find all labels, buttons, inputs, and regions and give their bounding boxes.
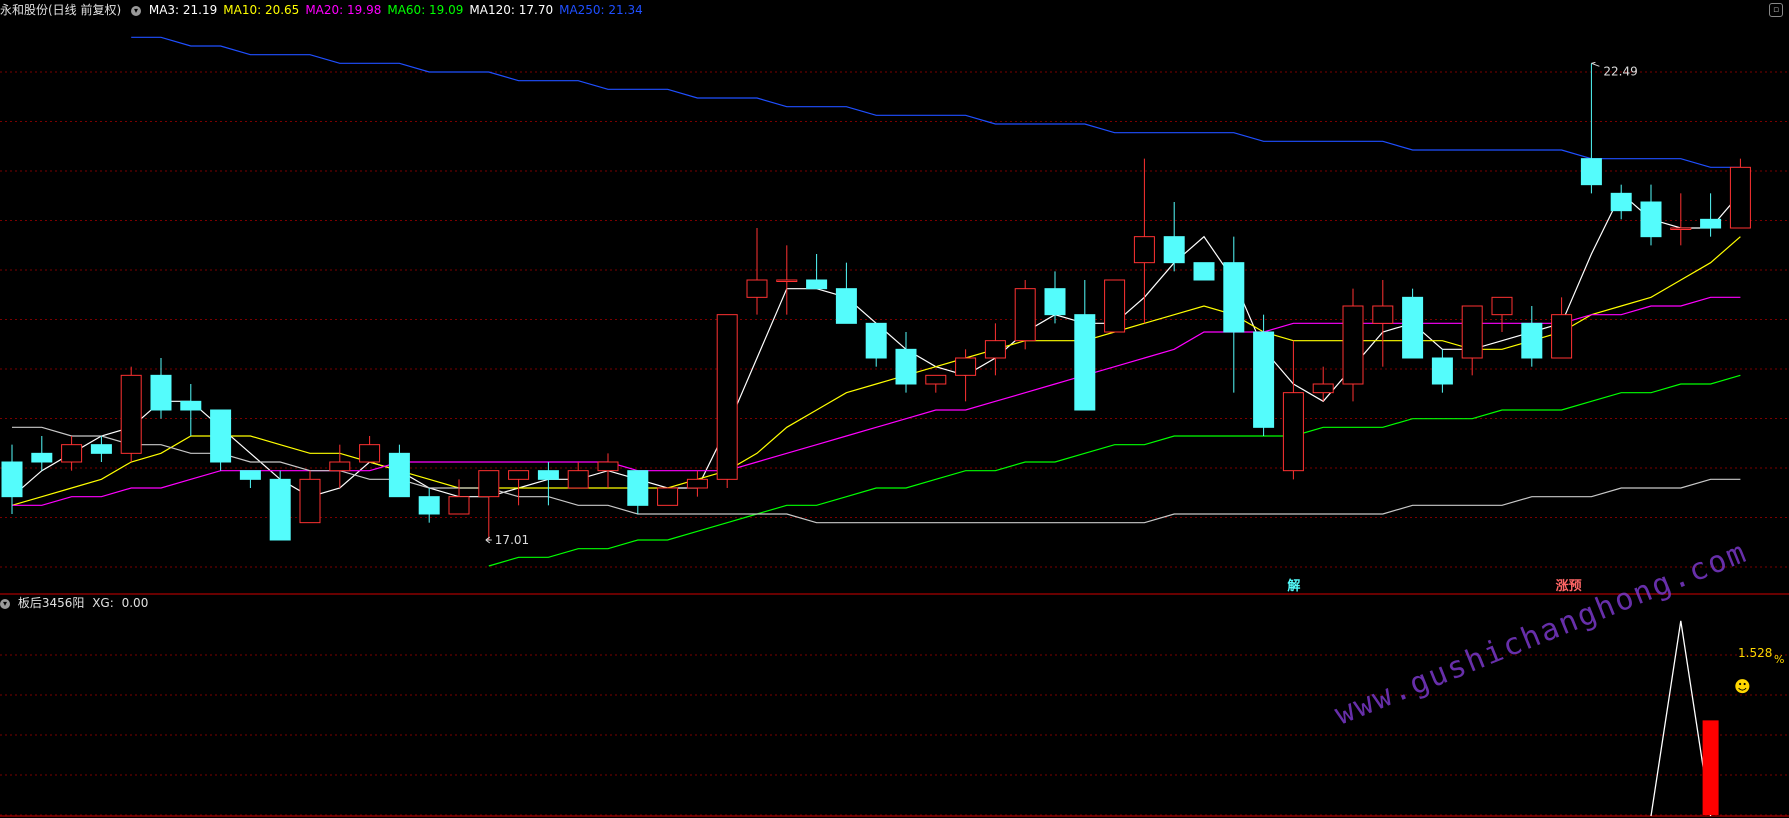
candle-body	[1133, 236, 1155, 264]
candle-body	[1670, 227, 1692, 230]
candle-body	[716, 314, 738, 480]
candle-body	[1, 461, 23, 498]
candle-body	[1074, 314, 1096, 411]
candle-body	[359, 444, 381, 463]
ma-label-ma250: MA250: 21.34	[559, 3, 643, 17]
candle-body	[955, 357, 977, 376]
indicator-value-label: 1.528	[1738, 646, 1772, 660]
candle-body	[31, 452, 53, 463]
indicator-bar-0	[1702, 720, 1719, 815]
stock-title: 永和股份(日线 前复权)	[0, 3, 122, 17]
stock-chart[interactable]: 22.49 17.01 解 涨预 1.528 % ☻	[0, 0, 1789, 818]
candle-body	[1253, 331, 1275, 428]
xg-value: 0.00	[121, 596, 149, 610]
candle-body	[1193, 262, 1215, 281]
candle-body	[1163, 236, 1185, 264]
candle-body	[508, 470, 530, 480]
candle-body	[835, 288, 857, 324]
candle-body	[776, 279, 798, 282]
ma-legend: MA3: 21.19 MA10: 20.65 MA20: 19.98 MA60: 19…	[149, 3, 649, 17]
candle-body	[984, 340, 1006, 359]
candle-body	[1402, 296, 1424, 359]
candle-body	[418, 496, 440, 515]
indicator-name: 板后3456阳	[17, 596, 85, 610]
low-arrow	[485, 536, 492, 544]
event-marker-1: 涨预	[1555, 579, 1582, 594]
candle-body	[895, 348, 917, 385]
candle-body	[478, 470, 500, 498]
candle-body	[120, 374, 142, 454]
candle-body	[388, 452, 410, 498]
candle-body	[537, 470, 559, 480]
candle-body	[1044, 288, 1066, 316]
candle-body	[1700, 218, 1722, 229]
candle-body	[1461, 305, 1483, 359]
window-restore-icon[interactable]: ▫	[1769, 3, 1783, 17]
high-arrow	[1591, 61, 1600, 67]
candle-body	[1610, 192, 1632, 212]
candle-body	[1551, 314, 1573, 359]
ma-label-ma60: MA60: 19.09	[387, 3, 464, 17]
candle-body	[329, 461, 351, 472]
sub-indicator-toggle-icon[interactable]: ▾	[0, 598, 10, 609]
candle-body	[1431, 357, 1453, 385]
candle-body	[746, 279, 768, 298]
xg-label: XG	[92, 596, 110, 610]
ma-label-ma3: MA3: 21.19	[148, 3, 218, 17]
candle-body	[1640, 201, 1662, 238]
indicator-unit-label: %	[1774, 653, 1784, 666]
candle-body	[567, 470, 589, 489]
candle-body	[299, 478, 321, 524]
high-price-label: 22.49	[1603, 64, 1637, 78]
candle-body	[1580, 158, 1602, 186]
candle-body	[1372, 305, 1394, 324]
candle-body	[1014, 288, 1036, 342]
low-price-label: 17.01	[495, 533, 529, 547]
smiley-icon: ☻	[1734, 677, 1751, 696]
candle-body	[1282, 392, 1304, 472]
candle-body	[448, 496, 470, 515]
candle-body	[925, 374, 947, 385]
candle-body	[1342, 305, 1364, 385]
ma-label-ma20: MA20: 19.98	[305, 3, 382, 17]
main-chart-header: 永和股份(日线 前复权) ▾ MA3: 21.19 MA10: 20.65 MA20…	[0, 0, 655, 20]
candle-body	[1521, 322, 1543, 359]
candle-body	[657, 487, 679, 506]
ma-line-ma10	[11, 236, 1741, 506]
candle-body	[269, 478, 291, 541]
candle-body	[1104, 279, 1126, 333]
candle-body	[90, 444, 112, 454]
candle-body	[1491, 296, 1513, 316]
candle-body	[597, 461, 619, 472]
indicator-toggle-icon[interactable]: ▾	[131, 5, 142, 16]
candle-body	[806, 279, 828, 290]
indicator-line	[1650, 620, 1712, 817]
candle-body	[627, 470, 649, 506]
candle-body	[180, 400, 202, 411]
ma-label-ma10: MA10: 20.65	[223, 3, 300, 17]
event-marker-0: 解	[1286, 578, 1300, 594]
candle-body	[239, 470, 261, 480]
ma-label-ma120: MA120: 17.70	[469, 3, 554, 17]
candle-body	[686, 478, 708, 489]
ma-line-ma250	[131, 36, 1741, 168]
candle-body	[210, 409, 232, 463]
sub-chart-header: ▾ 板后3456阳 XG: 0.00	[0, 593, 154, 613]
candle-body	[1312, 383, 1334, 394]
candle-body	[1223, 262, 1245, 333]
candle-body	[865, 322, 887, 359]
candle-body	[61, 444, 83, 463]
candle-body	[150, 374, 172, 411]
candle-body	[1729, 166, 1751, 229]
